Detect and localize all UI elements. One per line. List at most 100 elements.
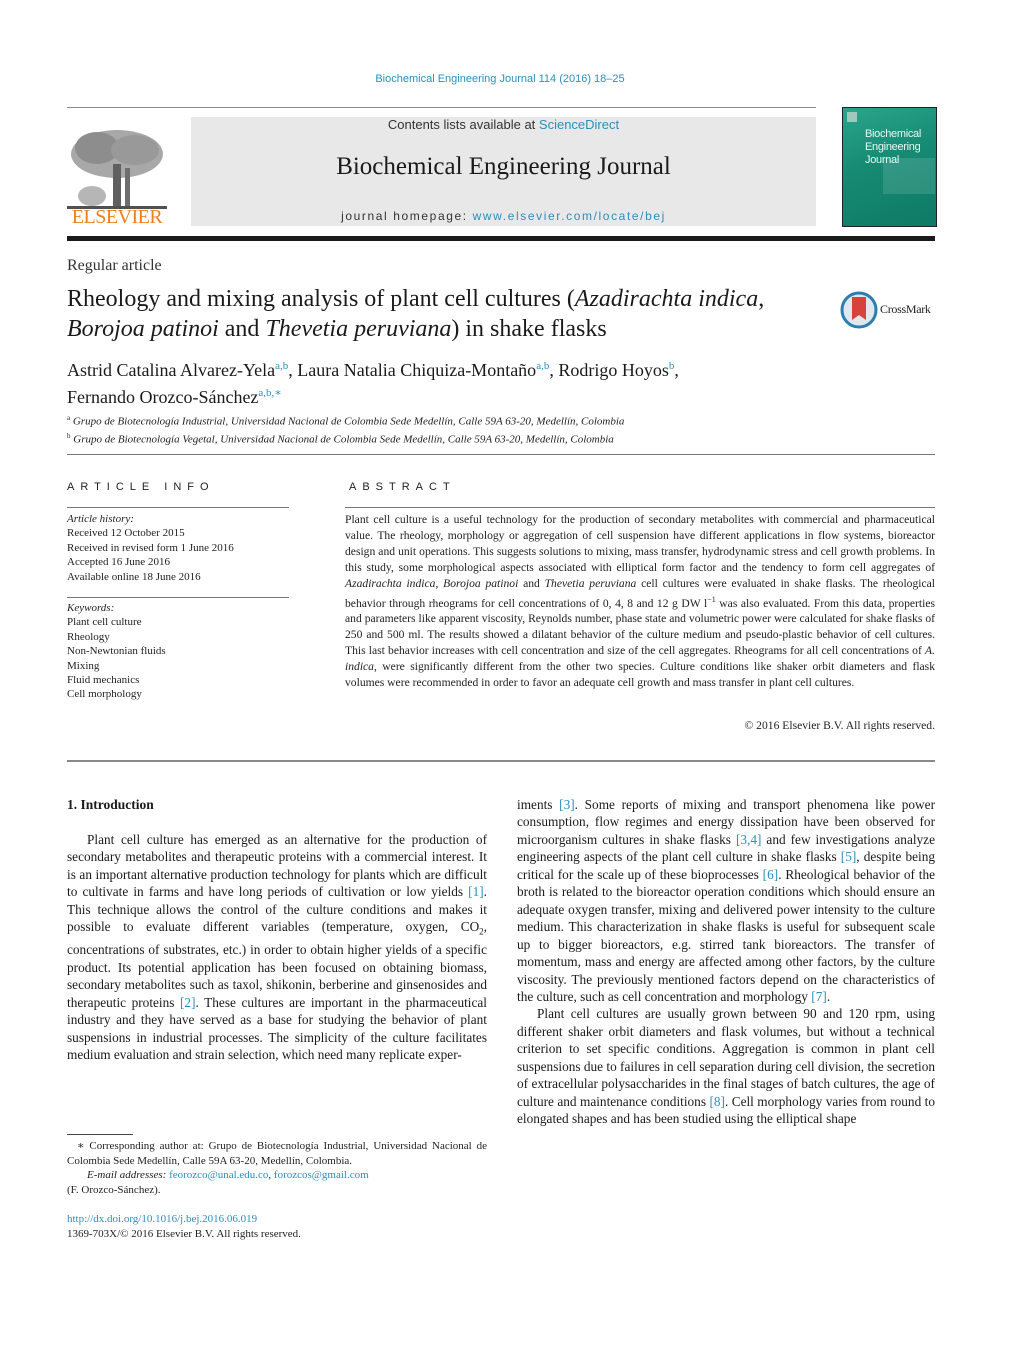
author-affiliation-mark[interactable]: a,b xyxy=(275,360,288,372)
affiliations: a Grupo de Biotecnología Industrial, Uni… xyxy=(67,411,827,446)
corresponding-author-footnote: ∗ Corresponding author at: Grupo de Biot… xyxy=(67,1139,487,1197)
affiliations-divider xyxy=(67,454,935,455)
contents-prefix: Contents lists available at xyxy=(387,117,539,132)
body-text: . Rheological behavior of the broth is r… xyxy=(517,866,935,1004)
top-divider xyxy=(67,107,816,108)
body-paragraph: Plant cell cultures are usually grown be… xyxy=(517,1005,935,1127)
reference-link[interactable]: [5] xyxy=(841,849,857,864)
issn-copyright: 1369-703X/© 2016 Elsevier B.V. All right… xyxy=(67,1227,301,1240)
title-part: , xyxy=(758,286,765,312)
abstract-species: Azadirachta indica xyxy=(345,576,436,590)
cover-publisher-badge xyxy=(847,112,857,122)
reference-link[interactable]: [3] xyxy=(559,797,575,812)
body-text: . xyxy=(826,988,831,1004)
author-list: Astrid Catalina Alvarez-Yelaa,b, Laura N… xyxy=(67,360,679,407)
email-link[interactable]: forozcos@gmail.com xyxy=(274,1169,369,1181)
article-history: Article history: Received 12 October 201… xyxy=(67,512,292,584)
abstract-species: Thevetia peruviana xyxy=(544,576,637,590)
abstract-species: Borojoa patinoi xyxy=(443,576,519,590)
history-item: Accepted 16 June 2016 xyxy=(67,556,170,569)
sciencedirect-link[interactable]: ScienceDirect xyxy=(539,117,619,132)
journal-homepage-line: journal homepage: www.elsevier.com/locat… xyxy=(191,209,816,223)
article-info-heading: ARTICLE INFO xyxy=(67,481,215,493)
footnote-divider xyxy=(67,1134,133,1135)
title-part: ) in shake flasks xyxy=(451,316,607,342)
affiliation-mark: a xyxy=(67,414,71,422)
abstract-exponent: −1 xyxy=(707,594,716,604)
journal-cover-image[interactable]: Biochemical Engineering Journal xyxy=(842,107,937,227)
author-name[interactable]: Laura Natalia Chiquiza-Montaño xyxy=(297,360,536,380)
reference-link[interactable]: [3,4] xyxy=(736,832,761,847)
body-paragraph: iments [3]. Some reports of mixing and t… xyxy=(517,796,935,1005)
homepage-link[interactable]: www.elsevier.com/locate/bej xyxy=(473,209,666,223)
reference-link[interactable]: [1] xyxy=(468,884,484,899)
history-item: Available online 18 June 2016 xyxy=(67,570,201,583)
abstract-segment: , were significantly different from the … xyxy=(345,660,935,689)
author-affiliation-mark[interactable]: b xyxy=(669,360,675,372)
homepage-prefix: journal homepage: xyxy=(341,209,473,223)
keyword-item: Rheology xyxy=(67,630,110,643)
abstract-segment: and xyxy=(518,576,545,590)
reference-link[interactable]: [6] xyxy=(763,867,779,882)
body-divider xyxy=(67,760,935,762)
title-species-azadirachta: Azadirachta indica xyxy=(574,286,759,312)
journal-citation-link[interactable]: Biochemical Engineering Journal 114 (201… xyxy=(0,73,1000,85)
article-type-label: Regular article xyxy=(67,257,162,274)
reference-link[interactable]: [7] xyxy=(811,989,827,1004)
cover-title-line: Journal xyxy=(865,154,899,166)
abstract-text: Plant cell culture is a useful technolog… xyxy=(345,512,935,691)
reference-link[interactable]: [2] xyxy=(180,995,196,1010)
keywords-list: Keywords: Plant cell culture Rheology No… xyxy=(67,601,292,702)
title-species-borojoa: Borojoa patinoi xyxy=(67,316,219,342)
keyword-item: Fluid mechanics xyxy=(67,674,140,687)
title-part: Rheology and mixing analysis of plant ce… xyxy=(67,286,575,312)
journal-name: Biochemical Engineering Journal xyxy=(336,153,671,180)
corresponding-author-text: ∗ Corresponding author at: Grupo de Biot… xyxy=(67,1140,487,1167)
affiliation-text: Grupo de Biotecnología Vegetal, Universi… xyxy=(73,433,614,446)
title-part: and xyxy=(218,316,266,342)
email-link[interactable]: feorozco@unal.edu.co xyxy=(169,1169,268,1181)
author-name[interactable]: Fernando Orozco-Sánchez xyxy=(67,387,258,407)
keywords-divider xyxy=(67,597,289,598)
doi-block: http://dx.doi.org/10.1016/j.bej.2016.06.… xyxy=(67,1212,487,1241)
contents-available-line: Contents lists available at ScienceDirec… xyxy=(191,117,816,132)
body-paragraph: Plant cell culture has emerged as an alt… xyxy=(67,831,487,1064)
cover-title-line: Biochemical xyxy=(865,128,922,140)
abstract-segment: Plant cell culture is a useful technolog… xyxy=(345,513,935,574)
email-label: E-mail addresses: xyxy=(87,1169,167,1181)
affiliation-item: a Grupo de Biotecnología Industrial, Uni… xyxy=(67,411,827,429)
article-title: Rheology and mixing analysis of plant ce… xyxy=(67,284,807,344)
doi-link[interactable]: http://dx.doi.org/10.1016/j.bej.2016.06.… xyxy=(67,1213,257,1225)
abstract-divider xyxy=(345,507,935,508)
header-thick-divider xyxy=(67,236,935,241)
title-species-thevetia: Thevetia peruviana xyxy=(265,316,452,342)
affiliation-text: Grupo de Biotecnología Industrial, Unive… xyxy=(72,415,625,428)
article-info-divider xyxy=(67,507,289,508)
keyword-item: Cell morphology xyxy=(67,688,142,701)
body-column-right: iments [3]. Some reports of mixing and t… xyxy=(517,796,935,1128)
crossmark-icon[interactable] xyxy=(840,291,880,329)
reference-link[interactable]: [8] xyxy=(709,1094,725,1109)
keyword-item: Plant cell culture xyxy=(67,616,142,629)
keywords-label: Keywords: xyxy=(67,602,115,614)
cover-title-line: Engineering xyxy=(865,141,921,153)
section-heading-introduction: 1. Introduction xyxy=(67,797,154,812)
crossmark-label[interactable]: CrossMark xyxy=(880,302,931,317)
abstract-segment: , xyxy=(435,576,444,590)
body-text: Plant cell culture has emerged as an alt… xyxy=(67,832,487,900)
keyword-item: Mixing xyxy=(67,659,100,672)
email-line: E-mail addresses: feorozco@unal.edu.co, … xyxy=(67,1168,487,1183)
author-affiliation-mark[interactable]: a,b,∗ xyxy=(258,387,281,399)
abstract-copyright: © 2016 Elsevier B.V. All rights reserved… xyxy=(744,719,935,732)
history-item: Received in revised form 1 June 2016 xyxy=(67,541,234,554)
author-name[interactable]: Astrid Catalina Alvarez-Yela xyxy=(67,360,275,380)
email-owner: (F. Orozco-Sánchez). xyxy=(67,1183,161,1196)
author-affiliation-mark[interactable]: a,b xyxy=(536,360,549,372)
body-column-left: Plant cell culture has emerged as an alt… xyxy=(67,831,487,1064)
author-name[interactable]: Rodrigo Hoyos xyxy=(558,360,669,380)
abstract-heading: ABSTRACT xyxy=(349,481,456,493)
body-text: iments xyxy=(517,797,560,812)
affiliation-mark: b xyxy=(67,431,71,440)
keyword-item: Non-Newtonian fluids xyxy=(67,645,166,658)
elsevier-wordmark[interactable]: ELSEVIER xyxy=(67,206,167,229)
